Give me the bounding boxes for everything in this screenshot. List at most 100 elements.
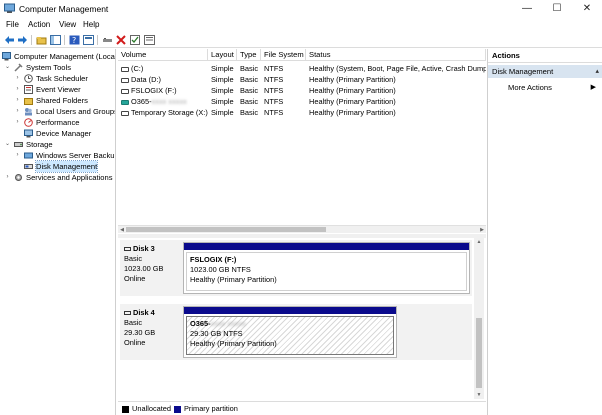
- tree-item-shared-folders[interactable]: › Shared Folders: [14, 95, 115, 106]
- scroll-right-icon[interactable]: ▶: [478, 226, 486, 234]
- connect-icon[interactable]: [101, 34, 113, 46]
- status-cell: Healthy (Primary Partition): [309, 75, 396, 84]
- back-icon[interactable]: [3, 34, 15, 46]
- properties-icon[interactable]: [82, 34, 94, 46]
- layout-cell: Simple: [211, 86, 234, 95]
- collapse-icon[interactable]: ⌄: [4, 64, 11, 71]
- tree-item-root[interactable]: Computer Management (Local: [2, 51, 115, 62]
- primary-partition-bar: [184, 243, 469, 250]
- collapse-icon[interactable]: ▴: [595, 65, 599, 78]
- actions-pane: Actions Disk Management ▴ More Actions ▶: [487, 49, 602, 415]
- submenu-arrow-icon: ▶: [590, 84, 596, 91]
- backup-icon: [24, 152, 33, 159]
- type-cell: Basic: [240, 108, 259, 117]
- delete-icon[interactable]: [115, 34, 127, 46]
- column-header-file-system[interactable]: File System: [261, 49, 306, 61]
- layout-cell: Simple: [211, 75, 234, 84]
- window-title: Computer Management: [19, 4, 109, 14]
- clock-icon: [24, 74, 33, 83]
- storage-icon: [14, 142, 23, 147]
- collapse-icon[interactable]: ⌄: [4, 141, 11, 148]
- performance-icon: [24, 118, 33, 127]
- volume-cell[interactable]: (C:): [121, 64, 208, 74]
- help-icon[interactable]: ?: [68, 34, 80, 46]
- svg-text:?: ?: [72, 36, 76, 45]
- more-actions-link[interactable]: More Actions: [508, 82, 552, 93]
- scroll-thumb[interactable]: [126, 227, 326, 232]
- actions-section-disk-management[interactable]: Disk Management ▴: [488, 65, 602, 78]
- volume-cell[interactable]: FSLOGIX (F:): [121, 86, 208, 96]
- volume-icon: [121, 66, 129, 72]
- expand-icon[interactable]: ›: [14, 86, 21, 93]
- forward-icon[interactable]: [16, 34, 28, 46]
- device-manager-icon: [24, 129, 33, 138]
- tree-item-system-tools[interactable]: ⌄ System Tools: [4, 62, 115, 73]
- tree-item-services-applications[interactable]: › Services and Applications: [4, 172, 115, 183]
- legend-unallocated: Unallocated: [132, 404, 172, 413]
- partition-block[interactable]: O365-xxxx xxxxx 29.30 GB NTFS Healthy (P…: [183, 306, 397, 358]
- up-folder-icon[interactable]: [35, 34, 47, 46]
- tools-icon: [14, 63, 23, 72]
- menu-help[interactable]: Help: [83, 20, 99, 29]
- close-button[interactable]: ✕: [572, 0, 602, 18]
- primary-partition-bar: [184, 307, 396, 314]
- volume-icon: [121, 99, 129, 105]
- scroll-thumb[interactable]: [476, 318, 482, 388]
- tree-item-performance[interactable]: › Performance: [14, 117, 115, 128]
- volume-icon: [121, 77, 129, 83]
- expand-icon[interactable]: ›: [4, 174, 11, 181]
- computer-management-icon: [4, 3, 15, 13]
- volume-cell[interactable]: O365-xxxx xxxxx: [121, 97, 208, 107]
- tree-item-local-users[interactable]: › Local Users and Groups: [14, 106, 116, 117]
- volume-cell[interactable]: Temporary Storage (X:): [121, 108, 208, 118]
- disk-management-icon: [24, 164, 33, 169]
- disk-icon: [124, 311, 131, 316]
- partition-block[interactable]: FSLOGIX (F:) 1023.00 GB NTFS Healthy (Pr…: [183, 242, 470, 294]
- volume-icon: [121, 110, 129, 116]
- status-cell: Healthy (Primary Partition): [309, 97, 396, 106]
- maximize-button[interactable]: ☐: [542, 0, 572, 18]
- layout-cell: Simple: [211, 64, 234, 73]
- check-icon[interactable]: [129, 34, 141, 46]
- column-header-type[interactable]: Type: [237, 49, 261, 61]
- expand-icon[interactable]: ›: [14, 108, 21, 115]
- toolbar: ?: [0, 32, 602, 48]
- column-header-status[interactable]: Status: [306, 49, 486, 61]
- scroll-left-icon[interactable]: ◀: [118, 226, 126, 234]
- expand-icon[interactable]: ›: [14, 152, 21, 159]
- tree-item-storage[interactable]: ⌄ Storage: [4, 139, 115, 150]
- menu-action[interactable]: Action: [28, 20, 50, 29]
- volume-icon: [121, 88, 129, 94]
- services-icon: [15, 174, 22, 181]
- tree-item-device-manager[interactable]: Device Manager: [14, 128, 115, 139]
- users-icon: [25, 108, 32, 116]
- disk-info: Disk 3 Basic 1023.00 GB Online: [124, 244, 164, 283]
- type-cell: Basic: [240, 97, 259, 106]
- expand-icon[interactable]: ›: [14, 119, 21, 126]
- console-tree-icon[interactable]: [49, 34, 61, 46]
- disk-row[interactable]: Disk 4 Basic 29.30 GB Online O365-xxxx x…: [120, 304, 472, 360]
- tree-item-windows-server-backup[interactable]: › Windows Server Backup: [14, 150, 116, 161]
- tree-item-disk-management[interactable]: Disk Management: [14, 160, 115, 173]
- column-header-volume[interactable]: Volume: [118, 49, 208, 61]
- disk-row[interactable]: Disk 3 Basic 1023.00 GB Online FSLOGIX (…: [120, 240, 472, 296]
- tree-item-event-viewer[interactable]: › Event Viewer: [14, 84, 115, 95]
- expand-icon[interactable]: ›: [14, 97, 21, 104]
- menu-file[interactable]: File: [6, 20, 19, 29]
- scroll-up-icon[interactable]: ▲: [474, 238, 484, 246]
- horizontal-scrollbar[interactable]: ◀ ▶: [118, 225, 486, 233]
- menu-view[interactable]: View: [59, 20, 76, 29]
- vertical-scrollbar[interactable]: ▲ ▼: [474, 238, 484, 399]
- scroll-down-icon[interactable]: ▼: [474, 391, 484, 399]
- primary-partition-swatch: [174, 406, 181, 413]
- fs-cell: NTFS: [264, 97, 284, 106]
- expand-icon[interactable]: ›: [14, 75, 21, 82]
- disk-management-pane: Volume Layout Type File System Status (C…: [118, 49, 486, 415]
- snapin-icon[interactable]: [143, 34, 155, 46]
- disk-icon: [124, 247, 131, 252]
- volume-cell[interactable]: Data (D:): [121, 75, 208, 85]
- minimize-button[interactable]: —: [512, 0, 542, 18]
- tree-item-task-scheduler[interactable]: › Task Scheduler: [14, 73, 115, 84]
- fs-cell: NTFS: [264, 86, 284, 95]
- column-header-layout[interactable]: Layout: [208, 49, 237, 61]
